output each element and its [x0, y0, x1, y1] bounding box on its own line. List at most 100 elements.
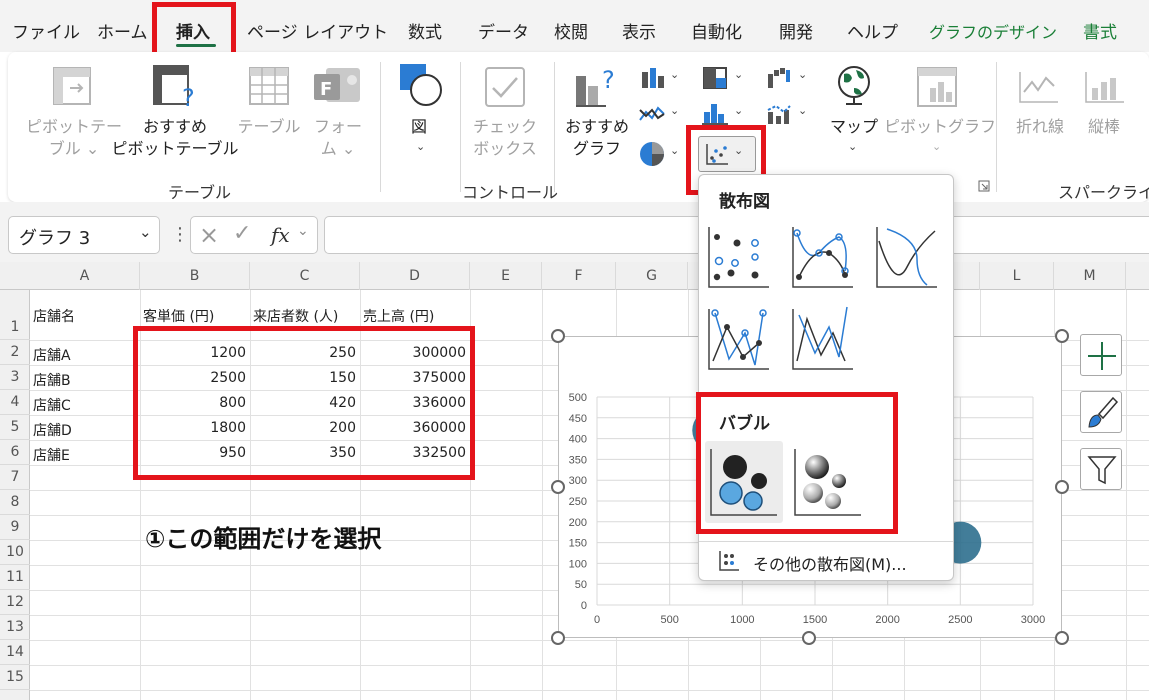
- recommended-pivot-label-1: おすすめ: [142, 117, 207, 136]
- dialog-launcher-icon[interactable]: [978, 180, 990, 192]
- scatter-smooth-lines-option[interactable]: [873, 223, 941, 291]
- header-cell[interactable]: 店舗名: [33, 306, 75, 326]
- header-cell[interactable]: 客単価 (円): [143, 306, 214, 326]
- row-header[interactable]: 6: [0, 440, 30, 465]
- column-header[interactable]: D: [360, 262, 470, 290]
- table-cell[interactable]: 800: [140, 395, 246, 411]
- resize-handle[interactable]: [551, 329, 565, 343]
- tab-insert[interactable]: 挿入: [176, 18, 210, 43]
- statistic-chart-icon: [702, 104, 728, 125]
- scatter-straight-markers-icon: [708, 309, 769, 370]
- table-cell[interactable]: 360000: [360, 420, 466, 436]
- forms-icon: F: [314, 68, 360, 102]
- chart-styles-button[interactable]: [1080, 391, 1122, 433]
- row-header[interactable]: 7: [0, 465, 30, 490]
- resize-handle[interactable]: [1055, 631, 1069, 645]
- row-header[interactable]: 10: [0, 540, 30, 565]
- tab-help[interactable]: ヘルプ: [847, 18, 898, 43]
- bubble-chart-icon: [710, 449, 777, 516]
- table-cell[interactable]: 店舗B: [33, 370, 71, 390]
- scatter-option[interactable]: [705, 223, 773, 291]
- header-cell[interactable]: 売上高 (円): [363, 306, 434, 326]
- table-cell[interactable]: 200: [250, 420, 356, 436]
- header-cell[interactable]: 来店者数 (人): [253, 306, 338, 326]
- row-header[interactable]: 1: [0, 290, 30, 340]
- group-label-control: コントロール: [462, 183, 559, 202]
- more-options-icon[interactable]: ⋮: [171, 224, 189, 245]
- cancel-icon[interactable]: ×: [199, 221, 219, 249]
- chart-filters-button[interactable]: [1080, 448, 1122, 490]
- table-cell[interactable]: 店舗D: [33, 420, 72, 440]
- tab-format[interactable]: 書式: [1083, 18, 1117, 43]
- gridline: [542, 290, 543, 700]
- scatter-straight-lines-option[interactable]: [789, 305, 857, 373]
- table-cell[interactable]: 300000: [360, 345, 466, 361]
- chevron-down-icon: ⌄: [734, 144, 744, 157]
- insert-function-icon[interactable]: fx: [271, 223, 290, 247]
- table-cell[interactable]: 420: [250, 395, 356, 411]
- table-cell[interactable]: 250: [250, 345, 356, 361]
- row-header[interactable]: 2: [0, 340, 30, 365]
- tab-page-layout[interactable]: ページ レイアウト: [247, 18, 388, 43]
- row-header[interactable]: 11: [0, 565, 30, 590]
- column-header[interactable]: B: [140, 262, 250, 290]
- bubble-3d-option[interactable]: [791, 445, 865, 521]
- resize-handle[interactable]: [802, 631, 816, 645]
- table-cell[interactable]: 332500: [360, 445, 466, 461]
- row-header[interactable]: 9: [0, 515, 30, 540]
- name-box[interactable]: グラフ 3 ⌄: [8, 216, 160, 254]
- formula-controls: × ✓ fx ⌄: [190, 216, 318, 254]
- table-cell[interactable]: 店舗E: [33, 445, 70, 465]
- table-cell[interactable]: 2500: [140, 370, 246, 386]
- table-cell[interactable]: 950: [140, 445, 246, 461]
- tab-view[interactable]: 表示: [622, 18, 656, 43]
- tab-chart-design[interactable]: グラフのデザイン: [929, 19, 1057, 43]
- gridline: [30, 665, 1149, 666]
- column-header[interactable]: M: [1054, 262, 1126, 290]
- row-header[interactable]: 12: [0, 590, 30, 615]
- scatter-smooth-markers-option[interactable]: [789, 223, 857, 291]
- column-header[interactable]: A: [30, 262, 140, 290]
- tab-file[interactable]: ファイル: [12, 18, 80, 43]
- column-header[interactable]: C: [250, 262, 360, 290]
- tab-home[interactable]: ホーム: [97, 18, 148, 43]
- column-headers: A B C D E F G H I J K L M: [0, 262, 1149, 290]
- row-header[interactable]: 5: [0, 415, 30, 440]
- table-cell[interactable]: 店舗A: [33, 345, 71, 365]
- resize-handle[interactable]: [551, 631, 565, 645]
- table-cell[interactable]: 350: [250, 445, 356, 461]
- y-tick-label: 50: [575, 579, 587, 591]
- table-cell[interactable]: 1800: [140, 420, 246, 436]
- row-header[interactable]: 15: [0, 665, 30, 690]
- column-header[interactable]: G: [616, 262, 688, 290]
- column-header[interactable]: L: [980, 262, 1054, 290]
- bubble-option[interactable]: [705, 441, 783, 523]
- x-tick-label: 2500: [948, 614, 972, 626]
- tab-formulas[interactable]: 数式: [408, 18, 442, 43]
- row-header[interactable]: 14: [0, 640, 30, 665]
- row-header[interactable]: 4: [0, 390, 30, 415]
- instruction-annotation: ①この範囲だけを選択: [145, 525, 382, 553]
- pivot-chart-icon: [917, 67, 957, 107]
- row-header[interactable]: 8: [0, 490, 30, 515]
- table-cell[interactable]: 店舗C: [33, 395, 71, 415]
- tab-review[interactable]: 校閲: [554, 18, 588, 43]
- row-header[interactable]: 3: [0, 365, 30, 390]
- table-cell[interactable]: 375000: [360, 370, 466, 386]
- enter-icon[interactable]: ✓: [233, 221, 251, 246]
- chart-elements-button[interactable]: [1080, 334, 1122, 376]
- tab-automate[interactable]: 自動化: [691, 18, 742, 43]
- resize-handle[interactable]: [1055, 480, 1069, 494]
- scatter-chart-icon: [706, 144, 728, 165]
- column-header[interactable]: E: [470, 262, 542, 290]
- scatter-straight-markers-option[interactable]: [705, 305, 773, 373]
- tab-data[interactable]: データ: [478, 18, 529, 43]
- resize-handle[interactable]: [551, 480, 565, 494]
- column-header[interactable]: F: [542, 262, 616, 290]
- tab-developer[interactable]: 開発: [779, 18, 813, 43]
- row-header[interactable]: 13: [0, 615, 30, 640]
- table-cell[interactable]: 336000: [360, 395, 466, 411]
- resize-handle[interactable]: [1055, 329, 1069, 343]
- table-cell[interactable]: 150: [250, 370, 356, 386]
- table-cell[interactable]: 1200: [140, 345, 246, 361]
